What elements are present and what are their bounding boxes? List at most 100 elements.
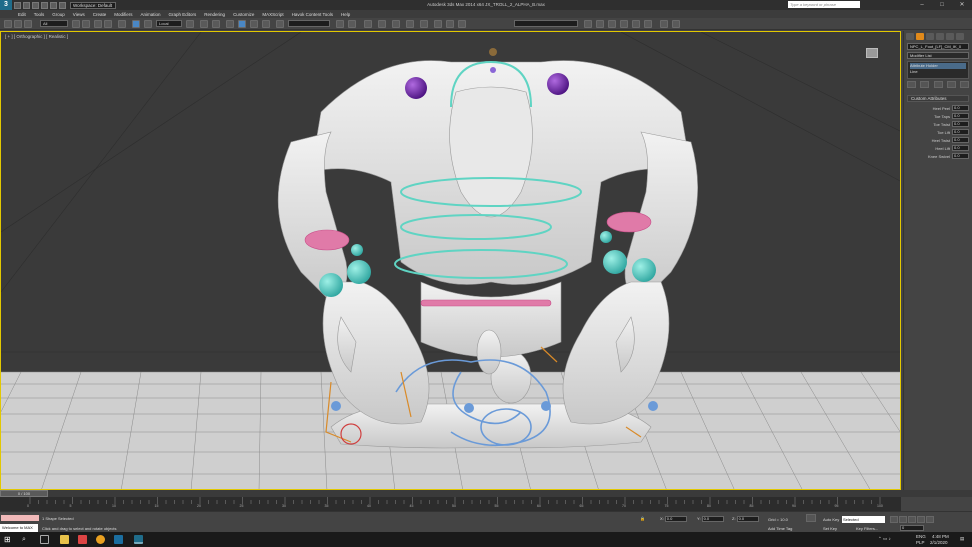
utilities-tab-icon[interactable] — [956, 33, 964, 40]
selection-filter-dropdown[interactable]: All — [40, 20, 68, 27]
modifier-list-dropdown[interactable]: Modifier List — [907, 52, 969, 59]
key-mode-dropdown[interactable]: Selected — [842, 516, 885, 523]
havok-tool-1-icon[interactable] — [584, 20, 592, 28]
move-icon[interactable] — [118, 20, 126, 28]
time-slider-bar[interactable]: 0 / 100 — [0, 490, 972, 497]
rectangle-selection-icon[interactable] — [94, 20, 102, 28]
pivot-center-icon[interactable] — [186, 20, 194, 28]
trackbar[interactable]: 0 5 10 15 20 25 30 35 40 45 50 55 60 65 70 75 80 85 90 95 10… — [0, 497, 901, 511]
unlink-icon[interactable] — [14, 20, 22, 28]
go-to-start-icon[interactable] — [890, 516, 898, 523]
key-filters-button[interactable]: Key Filters... — [856, 526, 878, 531]
z-coordinate-field[interactable]: 0.0 — [736, 516, 759, 522]
align-icon[interactable] — [348, 20, 356, 28]
previous-frame-icon[interactable] — [899, 516, 907, 523]
havok-tool-7-icon[interactable] — [660, 20, 668, 28]
menu-maxscript[interactable]: MAXScript — [262, 12, 283, 17]
redo-icon[interactable] — [50, 1, 57, 9]
key-icon[interactable] — [806, 514, 816, 522]
save-file-icon[interactable] — [32, 1, 39, 9]
play-icon[interactable] — [908, 516, 916, 523]
named-selection-dropdown[interactable] — [288, 20, 330, 27]
3ds-max-taskbar-icon[interactable] — [134, 535, 143, 544]
render-setup-icon[interactable] — [434, 20, 442, 28]
heel-lift-spinner[interactable]: 0.0 — [952, 145, 969, 151]
menu-create[interactable]: Create — [93, 12, 107, 17]
menu-havok[interactable]: Havok Content Tools — [292, 12, 333, 17]
create-tab-icon[interactable] — [906, 33, 914, 40]
next-frame-icon[interactable] — [917, 516, 925, 523]
show-end-result-icon[interactable] — [920, 81, 930, 88]
maximize-button[interactable]: □ — [932, 0, 952, 10]
object-name-field[interactable]: NPC_L_Foot_[LF]_CM_IK_0 — [907, 43, 969, 50]
menu-views[interactable]: Views — [73, 12, 85, 17]
angle-snap-icon[interactable] — [238, 20, 246, 28]
stack-item-line[interactable]: Line — [910, 69, 966, 75]
search-icon[interactable]: ⌕ — [22, 535, 31, 544]
bind-space-warp-icon[interactable] — [24, 20, 32, 28]
new-file-icon[interactable] — [14, 1, 21, 9]
app-menu-button[interactable]: 3 — [0, 0, 12, 10]
auto-key-button[interactable]: Auto Key — [823, 517, 839, 522]
keyboard-shortcut-icon[interactable] — [212, 20, 220, 28]
pin-stack-icon[interactable] — [907, 81, 916, 88]
current-frame-field[interactable]: 0 — [900, 525, 924, 531]
set-key-button[interactable]: Set Key — [823, 526, 837, 531]
graphite-ribbon-icon[interactable] — [378, 20, 386, 28]
remove-modifier-icon[interactable] — [946, 81, 956, 88]
curve-editor-icon[interactable] — [392, 20, 400, 28]
reference-coord-dropdown[interactable]: Local — [156, 20, 182, 27]
havok-tool-6-icon[interactable] — [644, 20, 652, 28]
search-input[interactable]: Type a keyword or phrase — [788, 1, 860, 8]
media-app-icon[interactable] — [78, 535, 87, 544]
display-tab-icon[interactable] — [946, 33, 954, 40]
material-editor-icon[interactable] — [420, 20, 428, 28]
minimize-button[interactable]: – — [912, 0, 932, 10]
notifications-icon[interactable]: ▤ — [960, 536, 964, 542]
havok-object-dropdown[interactable] — [514, 20, 578, 27]
window-crossing-icon[interactable] — [104, 20, 112, 28]
menu-group[interactable]: Group — [52, 12, 65, 17]
go-to-end-icon[interactable] — [926, 516, 934, 523]
task-view-icon[interactable] — [40, 535, 49, 544]
mirror-icon[interactable] — [336, 20, 344, 28]
havok-tool-4-icon[interactable] — [620, 20, 628, 28]
modify-tab-icon[interactable] — [916, 33, 924, 40]
menu-customize[interactable]: Customize — [233, 12, 254, 17]
layer-manager-icon[interactable] — [364, 20, 372, 28]
havok-tool-3-icon[interactable] — [608, 20, 616, 28]
percent-snap-icon[interactable] — [250, 20, 258, 28]
workspace-dropdown[interactable]: Workspace: Default — [70, 1, 116, 9]
havok-tool-8-icon[interactable] — [672, 20, 680, 28]
menu-animation[interactable]: Animation — [141, 12, 161, 17]
lock-selection-icon[interactable]: 🔒 — [640, 516, 645, 521]
toe-taps-spinner[interactable]: 0.0 — [952, 113, 969, 119]
open-file-icon[interactable] — [23, 1, 30, 9]
menu-modifiers[interactable]: Modifiers — [114, 12, 132, 17]
x-coordinate-field[interactable]: 0.0 — [664, 516, 687, 522]
schematic-view-icon[interactable] — [406, 20, 414, 28]
chrome-icon[interactable] — [96, 535, 105, 544]
rotate-icon[interactable] — [132, 20, 140, 28]
link-icon[interactable] — [4, 20, 12, 28]
spinner-snap-icon[interactable] — [262, 20, 270, 28]
hierarchy-tab-icon[interactable] — [926, 33, 934, 40]
custom-attributes-rollout[interactable]: Custom Attributes — [907, 95, 969, 102]
heel-twist-spinner[interactable]: 0.0 — [952, 137, 969, 143]
tray-icons[interactable]: ⌃ ▭ ♪ — [878, 536, 891, 542]
maxscript-listener[interactable] — [1, 515, 39, 521]
knee-swivel-spinner[interactable]: 0.0 — [952, 153, 969, 159]
menu-help[interactable]: Help — [341, 12, 350, 17]
close-button[interactable]: ✕ — [952, 0, 972, 10]
select-object-icon[interactable] — [72, 20, 80, 28]
render-production-icon[interactable] — [458, 20, 466, 28]
windows-start-icon[interactable]: ⊞ — [4, 535, 13, 544]
havok-tool-5-icon[interactable] — [632, 20, 640, 28]
heel-peel-spinner[interactable]: 0.0 — [952, 105, 969, 111]
motion-tab-icon[interactable] — [936, 33, 944, 40]
select-by-name-icon[interactable] — [82, 20, 90, 28]
maxscript-mini-listener[interactable]: Welcome to MAX — [0, 524, 38, 532]
edit-named-selection-icon[interactable] — [276, 20, 284, 28]
steam-icon[interactable] — [114, 535, 123, 544]
rendered-frame-icon[interactable] — [446, 20, 454, 28]
